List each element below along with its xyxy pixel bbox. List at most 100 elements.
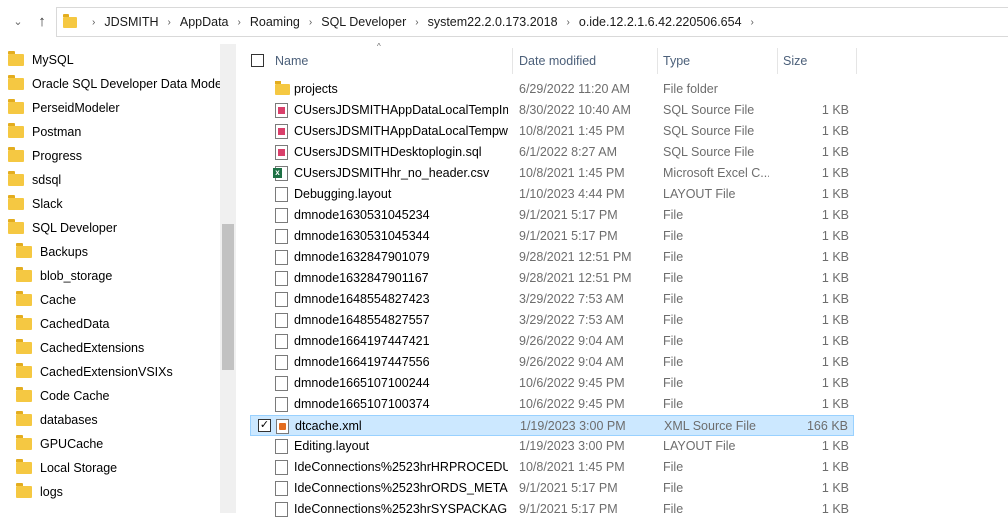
file-row[interactable]: projects 6/29/2022 11:20 AM File folder: [250, 79, 854, 100]
navigation-scrollbar-thumb[interactable]: [222, 224, 234, 370]
file-row[interactable]: CUsersJDSMITHhr_no_header.csv 10/8/2021 1…: [250, 163, 854, 184]
file-name[interactable]: dmnode1664197447421: [294, 334, 508, 348]
column-divider[interactable]: [512, 48, 513, 74]
file-name[interactable]: dmnode1632847901167: [294, 271, 508, 285]
column-divider[interactable]: [856, 48, 857, 74]
file-row[interactable]: IdeConnections%2523hrORDS_METAD... 9/1/20…: [250, 478, 854, 499]
recent-locations-chevron-icon[interactable]: ⌄: [8, 12, 28, 32]
file-size: 1 KB: [821, 124, 849, 138]
excel-csv-file-icon: [273, 166, 288, 181]
nav-item-code-cache[interactable]: Code Cache: [16, 384, 110, 408]
nav-item-slack[interactable]: Slack: [8, 192, 63, 216]
select-all-checkbox[interactable]: [251, 54, 264, 67]
breadcrumb-separator-icon[interactable]: ›: [92, 17, 95, 28]
file-name[interactable]: dmnode1648554827557: [294, 313, 508, 327]
nav-item-mysql[interactable]: MySQL: [8, 48, 74, 72]
file-name[interactable]: Editing.layout: [294, 439, 508, 453]
file-row[interactable]: ✓ dtcache.xml 1/19/2023 3:00 PM XML Source …: [250, 415, 854, 436]
nav-item-oracle-sql-developer-data-modeler[interactable]: Oracle SQL Developer Data Modeler: [8, 72, 236, 96]
breadcrumb-item[interactable]: AppData: [180, 15, 229, 29]
nav-item-label: Backups: [40, 245, 88, 259]
breadcrumb-separator-icon[interactable]: ›: [415, 17, 418, 28]
breadcrumb-separator-icon[interactable]: ›: [309, 17, 312, 28]
breadcrumb-separator-icon[interactable]: ›: [751, 17, 754, 28]
file-name[interactable]: CUsersJDSMITHhr_no_header.csv: [294, 166, 508, 180]
file-row[interactable]: IdeConnections%2523hrSYSPACKAGE... 9/1/20…: [250, 499, 854, 520]
file-row[interactable]: dmnode1664197447556 9/26/2022 9:04 AM File…: [250, 352, 854, 373]
file-icon: [275, 439, 288, 454]
file-name[interactable]: dmnode1665107100244: [294, 376, 508, 390]
address-bar[interactable]: › JDSMITH › AppData › Roaming › SQL Developer › s…: [56, 7, 1008, 37]
file-name[interactable]: CUsersJDSMITHAppDataLocalTempIm...: [294, 103, 508, 117]
nav-item-sql-developer[interactable]: SQL Developer: [8, 216, 117, 240]
column-divider[interactable]: [777, 48, 778, 74]
file-row[interactable]: dmnode1632847901167 9/28/2021 12:51 PM Fil…: [250, 268, 854, 289]
nav-item-sdsql[interactable]: sdsql: [8, 168, 61, 192]
breadcrumb-separator-icon[interactable]: ›: [567, 17, 570, 28]
nav-item-blob-storage[interactable]: blob_storage: [16, 264, 112, 288]
file-name[interactable]: dmnode1630531045234: [294, 208, 508, 222]
file-date-modified: 6/29/2022 11:20 AM: [519, 82, 630, 96]
folder-icon: [8, 51, 24, 66]
file-row[interactable]: dmnode1648554827423 3/29/2022 7:53 AM File…: [250, 289, 854, 310]
file-row[interactable]: IdeConnections%2523hrHRPROCEDU... 10/8/20…: [250, 457, 854, 478]
up-arrow-icon[interactable]: ↑: [32, 12, 52, 32]
file-name[interactable]: dmnode1632847901079: [294, 250, 508, 264]
file-icon: [275, 376, 288, 391]
column-header-date[interactable]: Date modified: [519, 48, 596, 74]
nav-item-label: CachedExtensions: [40, 341, 145, 355]
file-name[interactable]: CUsersJDSMITHDesktoplogin.sql: [294, 145, 508, 159]
nav-item-cache[interactable]: Cache: [16, 288, 76, 312]
file-name[interactable]: dmnode1665107100374: [294, 397, 508, 411]
file-row[interactable]: CUsersJDSMITHDesktoplogin.sql 6/1/2022 8:…: [250, 142, 854, 163]
file-name[interactable]: Debugging.layout: [294, 187, 508, 201]
file-name[interactable]: dmnode1630531045344: [294, 229, 508, 243]
file-row[interactable]: dmnode1664197447421 9/26/2022 9:04 AM File…: [250, 331, 854, 352]
nav-item-databases[interactable]: databases: [16, 408, 98, 432]
file-name[interactable]: IdeConnections%2523hrHRPROCEDU...: [294, 460, 508, 474]
nav-item-cachedextensions[interactable]: CachedExtensions: [16, 336, 144, 360]
file-icon: [275, 271, 288, 286]
file-row[interactable]: Debugging.layout 1/10/2023 4:44 PM LAYOUT …: [250, 184, 854, 205]
column-divider[interactable]: [657, 48, 658, 74]
nav-item-cacheddata[interactable]: CachedData: [16, 312, 110, 336]
column-header-size[interactable]: Size: [783, 48, 807, 74]
column-header-name[interactable]: Name: [275, 48, 308, 74]
breadcrumb-separator-icon[interactable]: ›: [168, 17, 171, 28]
file-name[interactable]: IdeConnections%2523hrORDS_METAD...: [294, 481, 508, 495]
nav-item-gpucache[interactable]: GPUCache: [16, 432, 103, 456]
file-row[interactable]: dmnode1665107100244 10/6/2022 9:45 PM File…: [250, 373, 854, 394]
row-checkbox[interactable]: ✓: [258, 419, 271, 432]
nav-item-perseidmodeler[interactable]: PerseidModeler: [8, 96, 120, 120]
breadcrumb-item[interactable]: Roaming: [250, 15, 300, 29]
folder-icon: [8, 147, 24, 162]
nav-item-logs[interactable]: logs: [16, 480, 63, 504]
breadcrumb-separator-icon[interactable]: ›: [238, 17, 241, 28]
file-name[interactable]: dmnode1664197447556: [294, 355, 508, 369]
nav-item-progress[interactable]: Progress: [8, 144, 82, 168]
nav-item-postman[interactable]: Postman: [8, 120, 81, 144]
file-row[interactable]: dmnode1630531045234 9/1/2021 5:17 PM File 1…: [250, 205, 854, 226]
file-row[interactable]: dmnode1665107100374 10/6/2022 9:45 PM File…: [250, 394, 854, 415]
nav-item-local-storage[interactable]: Local Storage: [16, 456, 117, 480]
file-row[interactable]: dmnode1630531045344 9/1/2021 5:17 PM File 1…: [250, 226, 854, 247]
file-name[interactable]: projects: [294, 82, 508, 96]
column-header-type[interactable]: Type: [663, 48, 690, 74]
breadcrumb-item[interactable]: system22.2.0.173.2018: [428, 15, 558, 29]
file-name[interactable]: CUsersJDSMITHAppDataLocalTempwo...: [294, 124, 508, 138]
breadcrumb-item[interactable]: JDSMITH: [104, 15, 158, 29]
file-row[interactable]: dmnode1632847901079 9/28/2021 12:51 PM Fil…: [250, 247, 854, 268]
file-name[interactable]: dtcache.xml: [295, 419, 509, 433]
breadcrumb-item[interactable]: SQL Developer: [321, 15, 406, 29]
file-row[interactable]: dmnode1648554827557 3/29/2022 7:53 AM File…: [250, 310, 854, 331]
file-row[interactable]: CUsersJDSMITHAppDataLocalTempIm... 8/30/2…: [250, 100, 854, 121]
navigation-pane[interactable]: MySQL Oracle SQL Developer Data Modeler Pe…: [0, 44, 236, 513]
file-name[interactable]: dmnode1648554827423: [294, 292, 508, 306]
file-type: File: [663, 334, 684, 348]
breadcrumb-item[interactable]: o.ide.12.2.1.6.42.220506.654: [579, 15, 742, 29]
file-name[interactable]: IdeConnections%2523hrSYSPACKAGE...: [294, 502, 508, 516]
nav-item-backups[interactable]: Backups: [16, 240, 88, 264]
file-row[interactable]: Editing.layout 1/19/2023 3:00 PM LAYOUT Fi…: [250, 436, 854, 457]
nav-item-cachedextensionvsixs[interactable]: CachedExtensionVSIXs: [16, 360, 173, 384]
file-row[interactable]: CUsersJDSMITHAppDataLocalTempwo... 10/8/2…: [250, 121, 854, 142]
